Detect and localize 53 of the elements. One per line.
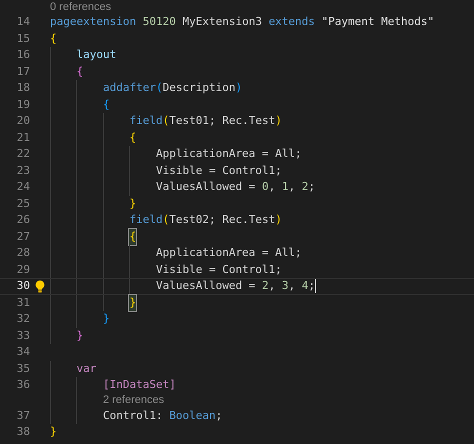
line-number: 16 <box>16 47 30 63</box>
line-number: 37 <box>16 408 30 424</box>
code-line: } <box>50 424 57 440</box>
code-line: layout <box>76 47 116 63</box>
code-line: { <box>50 30 57 46</box>
line-number: 35 <box>16 360 30 376</box>
code-line: { <box>102 96 110 112</box>
code-line: addafter(Description) <box>102 80 242 96</box>
code-line: var <box>76 360 96 376</box>
code-line: } <box>76 328 84 344</box>
code-line: { <box>76 64 84 80</box>
line-number: 18 <box>16 80 30 96</box>
line-number: 14 <box>16 14 30 30</box>
code-line: field(Test02; Rec.Test) <box>128 212 282 228</box>
line-number: 29 <box>16 262 30 278</box>
line-number: 23 <box>16 162 30 178</box>
line-number: 32 <box>16 311 30 327</box>
line-number: 21 <box>16 130 30 146</box>
code-line: { <box>50 228 136 245</box>
code-line: } <box>102 311 110 327</box>
code-line: ApplicationArea = All; <box>154 245 302 261</box>
code-line: [InDataSet] <box>102 377 176 393</box>
line-number: 24 <box>16 179 30 195</box>
line-number: 27 <box>16 228 30 244</box>
line-number: 15 <box>16 30 30 46</box>
line-number: 17 <box>16 64 30 80</box>
line-number: 34 <box>16 344 30 360</box>
code-line: Visible = Control1; <box>154 162 282 178</box>
references-label[interactable]: 0 references <box>50 2 112 12</box>
line-number: 19 <box>16 96 30 112</box>
line-number: 38 <box>16 424 30 440</box>
line-number: 25 <box>16 196 30 212</box>
code-line: Visible = Control1; <box>154 262 282 278</box>
line-number: 36 <box>16 377 30 393</box>
code-line: Control1: Boolean; <box>102 408 222 424</box>
line-number: 31 <box>16 294 30 310</box>
code-line: ValuesAllowed = 0, 1, 2; <box>154 179 315 195</box>
line-number: 20 <box>16 113 30 129</box>
line-number: 33 <box>16 328 30 344</box>
code-line: ApplicationArea = All; <box>154 146 302 162</box>
lightbulb-icon[interactable] <box>35 280 45 293</box>
text-cursor <box>314 279 316 294</box>
references-label[interactable]: 2 references <box>102 395 164 406</box>
code-line: field(Test01; Rec.Test) <box>128 113 282 129</box>
line-number: 30 <box>16 278 30 294</box>
code-line: ValuesAllowed = 2, 3, 4; <box>154 278 316 294</box>
line-number: 22 <box>16 146 30 162</box>
code-line: { <box>128 130 136 146</box>
code-line: } <box>50 294 136 311</box>
line-number: 28 <box>16 245 30 261</box>
code-line: pageextension 50120 MyExtension3 extends "Payment Methods" <box>50 14 434 30</box>
code-line: } <box>128 196 136 212</box>
line-number: 26 <box>16 212 30 228</box>
